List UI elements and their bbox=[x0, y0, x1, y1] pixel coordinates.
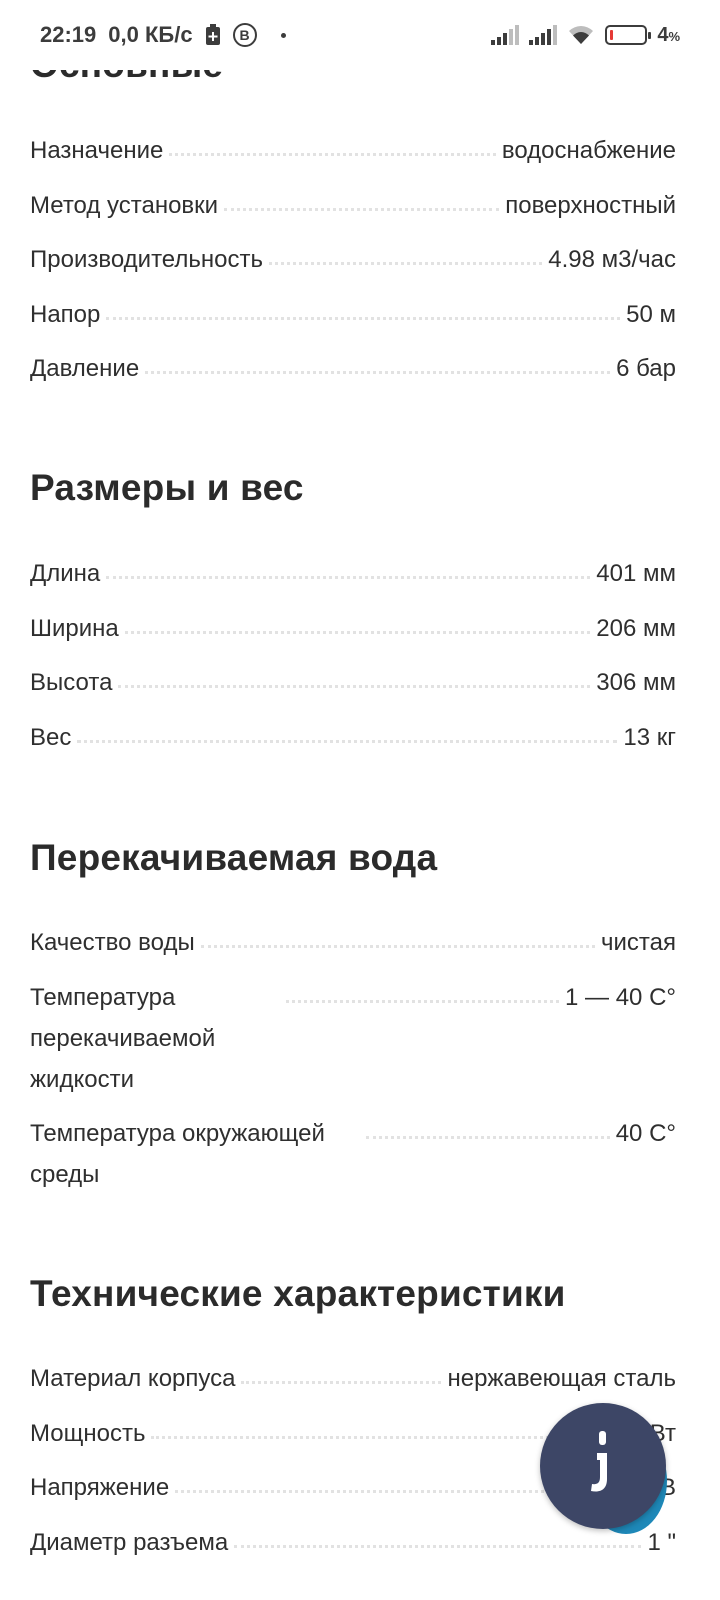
spec-label: Назначение bbox=[30, 137, 164, 164]
cell-signal-icon bbox=[491, 25, 520, 45]
dotted-leader bbox=[124, 608, 591, 634]
spec-value: 13 кг bbox=[623, 724, 676, 751]
section-title-size: Размеры и вес bbox=[30, 467, 304, 508]
dotted-leader bbox=[77, 717, 618, 743]
spec-label: Напор bbox=[30, 301, 101, 328]
battery-saver-icon bbox=[205, 24, 221, 46]
spec-label: Напряжение bbox=[30, 1474, 170, 1501]
spec-row: Материал корпуса нержавеющая сталь bbox=[30, 1358, 676, 1399]
spec-value: 6 бар bbox=[616, 355, 676, 382]
chat-assistant-button[interactable] bbox=[540, 1403, 666, 1529]
spec-row: Температура перекачиваемой жидкости 1 — … bbox=[30, 977, 676, 1100]
spec-row: Производительность 4.98 м3/час bbox=[30, 239, 676, 280]
spec-label: Диаметр разъема bbox=[30, 1529, 229, 1556]
dotted-leader bbox=[200, 922, 596, 948]
spec-label: Производительность bbox=[30, 246, 263, 273]
dotted-leader bbox=[118, 662, 591, 688]
spec-label: Высота bbox=[30, 669, 113, 696]
spec-value: 401 мм bbox=[596, 560, 676, 587]
spec-value: 1 " bbox=[647, 1529, 676, 1556]
spec-value: 306 мм bbox=[596, 669, 676, 696]
status-right: 4% bbox=[491, 24, 680, 47]
b-badge-icon: B bbox=[232, 23, 257, 47]
spec-row: Давление 6 бар bbox=[30, 348, 676, 389]
cell-signal-2-icon bbox=[529, 25, 558, 45]
spec-value: 206 мм bbox=[596, 615, 676, 642]
spec-row: Длина 401 мм bbox=[30, 553, 676, 594]
spec-value: 50 м bbox=[626, 301, 676, 328]
section-title-tech: Технические характеристики bbox=[30, 1273, 566, 1314]
network-speed: 0,0 КБ/с bbox=[108, 22, 193, 47]
section-title-water: Перекачиваемая вода bbox=[30, 837, 438, 878]
dotted-leader bbox=[106, 553, 591, 579]
spec-value: нержавеющая сталь bbox=[447, 1365, 676, 1392]
status-bar: 22:19 0,0 КБ/с B 4% bbox=[0, 0, 720, 70]
dotted-leader bbox=[106, 294, 621, 320]
dotted-leader bbox=[366, 1113, 610, 1139]
spec-label: Длина bbox=[30, 560, 101, 587]
spec-row: Температура окружающей среды 40 C° bbox=[30, 1113, 676, 1195]
spec-label: Метод установки bbox=[30, 192, 219, 219]
spec-row: Назначение водоснабжение bbox=[30, 130, 676, 171]
spec-value: поверхностный bbox=[505, 192, 676, 219]
spec-value: 1 — 40 C° bbox=[565, 984, 676, 1011]
battery-icon bbox=[605, 25, 652, 45]
spec-label: Давление bbox=[30, 355, 140, 382]
spec-label: Качество воды bbox=[30, 929, 195, 956]
dotted-leader bbox=[268, 239, 543, 265]
spec-row: Напор 50 м bbox=[30, 294, 676, 335]
spec-row: Качество воды чистая bbox=[30, 922, 676, 963]
notification-dot-icon bbox=[280, 32, 286, 38]
status-time: 22:19 bbox=[40, 22, 97, 47]
chat-assistant-icon bbox=[583, 1429, 623, 1504]
wifi-icon bbox=[567, 24, 595, 46]
battery-percent: 4% bbox=[657, 23, 680, 46]
spec-row: Ширина 206 мм bbox=[30, 608, 676, 649]
spec-value: водоснабжение bbox=[501, 137, 676, 164]
spec-row: Высота 306 мм bbox=[30, 662, 676, 703]
screen: 22:19 0,0 КБ/с B 4% Назначение водоснабж… bbox=[0, 0, 720, 1600]
dotted-leader bbox=[234, 1522, 642, 1548]
dotted-leader bbox=[286, 977, 560, 1003]
dotted-leader bbox=[169, 130, 496, 156]
spec-label: Ширина bbox=[30, 615, 119, 642]
spec-row: Вес 13 кг bbox=[30, 717, 676, 758]
dotted-leader bbox=[224, 185, 500, 211]
spec-row: Метод установки поверхностный bbox=[30, 185, 676, 226]
spec-label: Материал корпуса bbox=[30, 1365, 236, 1392]
spec-value: чистая bbox=[601, 929, 676, 956]
dotted-leader bbox=[241, 1358, 442, 1384]
spec-row: Диаметр разъема 1 " bbox=[30, 1522, 676, 1563]
spec-label: Мощность bbox=[30, 1420, 146, 1447]
status-left: 22:19 0,0 КБ/с B bbox=[40, 22, 286, 48]
spec-label: Вес bbox=[30, 724, 72, 751]
spec-value: 4.98 м3/час bbox=[548, 246, 676, 273]
spec-label: Температура перекачиваемой жидкости bbox=[30, 984, 216, 1093]
dotted-leader bbox=[145, 348, 611, 374]
spec-value: 40 C° bbox=[615, 1120, 676, 1147]
spec-label: Температура окружающей среды bbox=[30, 1120, 325, 1188]
